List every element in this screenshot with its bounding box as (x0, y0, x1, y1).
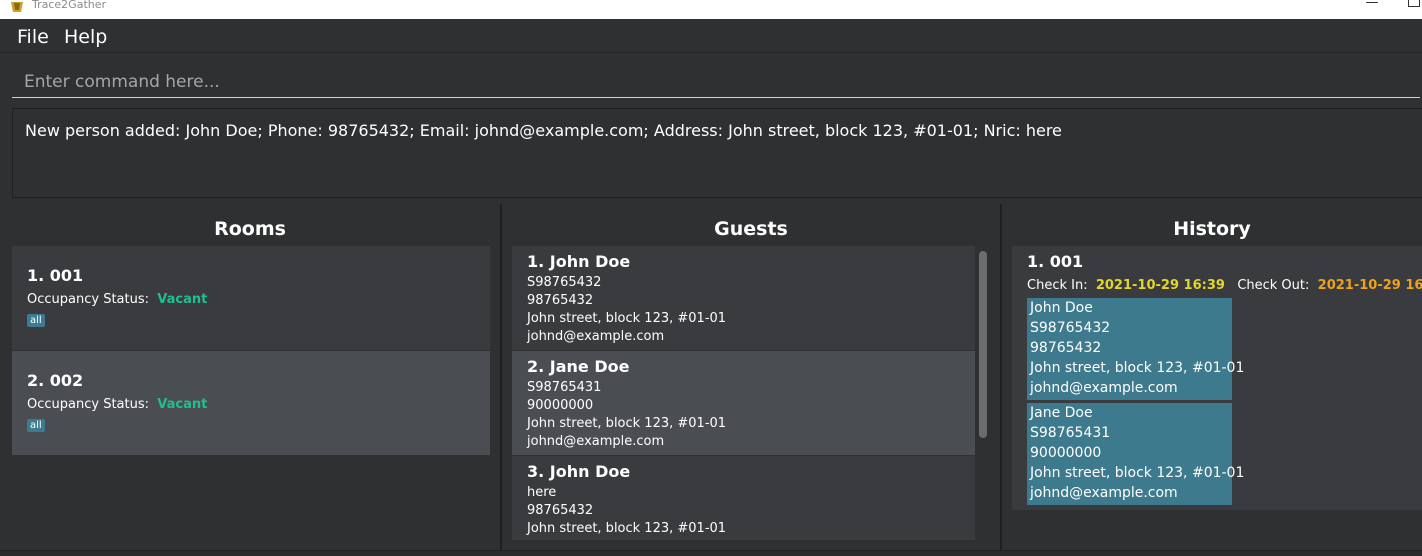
room-status-value: Vacant (157, 397, 208, 412)
minimize-button[interactable]: — (1362, 0, 1382, 10)
room-status: Occupancy Status: Vacant (27, 292, 207, 307)
history-guest-email: johnd@example.com (1030, 380, 1178, 396)
guest-address: John street, block 123, #01-01 (527, 521, 727, 536)
history-guest-address: John street, block 123, #01-01 (1030, 360, 1245, 376)
guest-email: johnd@example.com (527, 434, 665, 449)
room-title: 1. 001 (27, 266, 84, 285)
history-times: Check In: 2021-10-29 16:39 Check Out: 20… (1027, 278, 1422, 293)
maximize-button[interactable] (1408, 0, 1420, 7)
history-guest-nric: S98765432 (1030, 320, 1111, 336)
command-area (0, 54, 1422, 102)
history-guest-block: John Doe S98765432 98765432 John street,… (1027, 298, 1244, 400)
room-title: 2. 002 (27, 371, 84, 390)
check-out-label: Check Out: (1237, 278, 1310, 293)
guest-title: 3. John Doe (527, 462, 631, 481)
guests-title: Guests (714, 218, 788, 240)
history-guest-address: John street, block 123, #01-01 (1030, 465, 1245, 481)
room-status: Occupancy Status: Vacant (27, 397, 207, 412)
history-guest-phone: 98765432 (1030, 340, 1102, 356)
menu-help[interactable]: Help (64, 26, 107, 48)
room-tag: all (27, 419, 45, 432)
room-card[interactable]: 1. 001 Occupancy Status: Vacant all (12, 246, 490, 350)
app-logo-icon (11, 2, 23, 12)
history-guest-phone: 90000000 (1030, 445, 1102, 461)
status-bar (0, 550, 1422, 556)
check-out-value: 2021-10-29 16:39 (1317, 278, 1422, 293)
menu-bar: File Help (0, 19, 1422, 53)
rooms-title: Rooms (214, 218, 286, 240)
history-guest-block: Jane Doe S98765431 90000000 John street,… (1027, 403, 1244, 505)
check-in-value: 2021-10-29 16:39 (1095, 278, 1225, 293)
menu-file[interactable]: File (17, 26, 49, 48)
guest-address: John street, block 123, #01-01 (527, 416, 727, 431)
guest-title: 2. Jane Doe (527, 357, 630, 376)
guest-nric: S98765432 (527, 275, 602, 290)
guest-nric: here (527, 485, 557, 500)
room-tag: all (27, 314, 45, 327)
history-entry-title: 1. 001 (1027, 252, 1084, 271)
history-title: History (1173, 218, 1251, 240)
guests-scrollbar-thumb[interactable] (979, 251, 987, 438)
guest-title: 1. John Doe (527, 252, 631, 271)
guest-card[interactable]: 3. John Doe here 98765432 John street, b… (512, 456, 975, 540)
command-input[interactable] (12, 66, 1420, 98)
room-status-label: Occupancy Status: (27, 292, 150, 307)
result-display: New person added: John Doe; Phone: 98765… (12, 108, 1422, 198)
guest-card-selected[interactable]: 2. Jane Doe S98765431 90000000 John stre… (512, 351, 975, 455)
history-guest-name: John Doe (1030, 300, 1093, 316)
guest-phone: 90000000 (527, 398, 594, 413)
history-guest-nric: S98765431 (1030, 425, 1111, 441)
room-card-selected[interactable]: 2. 002 Occupancy Status: Vacant all (12, 351, 490, 455)
result-text: New person added: John Doe; Phone: 98765… (25, 121, 1062, 140)
guest-phone: 98765432 (527, 503, 594, 518)
history-guest-name: Jane Doe (1030, 405, 1093, 421)
guest-phone: 98765432 (527, 293, 594, 308)
check-in-label: Check In: (1027, 278, 1088, 293)
guest-card[interactable]: 1. John Doe S98765432 98765432 John stre… (512, 246, 975, 350)
guest-address: John street, block 123, #01-01 (527, 311, 727, 326)
history-guest-email: johnd@example.com (1030, 485, 1178, 501)
room-status-label: Occupancy Status: (27, 397, 150, 412)
window-title: Trace2Gather (32, 0, 107, 11)
guest-nric: S98765431 (527, 380, 602, 395)
room-status-value: Vacant (157, 292, 208, 307)
guest-email: johnd@example.com (527, 329, 665, 344)
window-titlebar: Trace2Gather — (0, 0, 1422, 19)
